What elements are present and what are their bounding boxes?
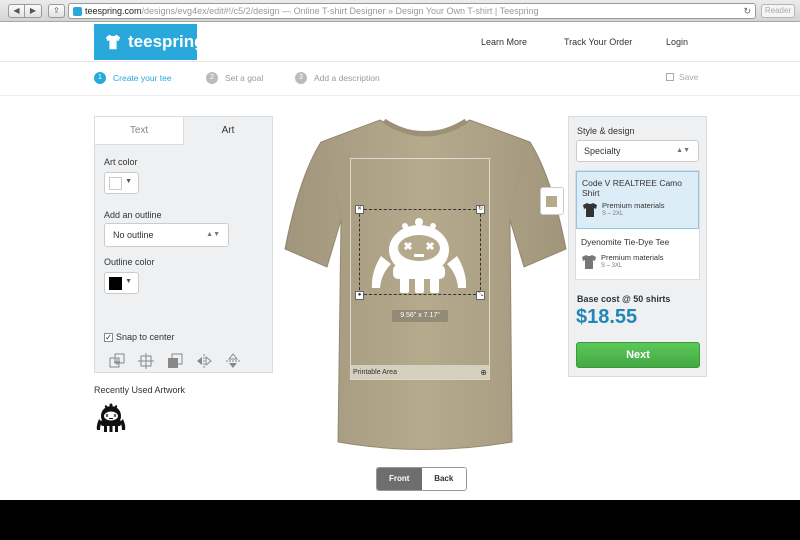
url-domain: teespring.com (85, 6, 142, 16)
page: teespring Learn More Track Your Order Lo… (0, 22, 800, 500)
step-label: Set a goal (225, 73, 264, 83)
artwork-dimensions: 9.56" x 7.17" (392, 310, 448, 322)
product-sizes: S – 2XL (602, 211, 624, 217)
nav-login[interactable]: Login (666, 22, 688, 62)
snap-label: Snap to center (116, 332, 175, 342)
product-sizes: S – 3XL (601, 263, 623, 269)
select-updown-icon: ▲▼ (206, 231, 220, 238)
product-meta: Premium materials S – 2XL (582, 201, 665, 218)
art-color-label: Art color (104, 157, 138, 167)
progress-steps: 1 Create your tee 2 Set a goal 3 Add a d… (0, 62, 800, 96)
step-number: 1 (94, 72, 106, 84)
outline-value: No outline (113, 230, 154, 240)
delete-handle-icon[interactable]: ✕ (355, 205, 364, 214)
tshirt-logo-icon (105, 34, 121, 50)
view-toggle: Front Back (376, 467, 467, 491)
outline-select[interactable]: No outline ▲▼ (104, 223, 229, 247)
reader-button[interactable]: Reader (761, 4, 795, 18)
flip-vertical-icon[interactable] (225, 353, 241, 369)
product-name: Dyenomite Tie-Dye Tee (581, 237, 670, 247)
nav-track-order[interactable]: Track Your Order (564, 22, 632, 62)
favicon-icon (73, 7, 82, 16)
step-create-tee[interactable]: 1 Create your tee (94, 72, 172, 84)
back-view-button[interactable]: Back (421, 468, 466, 490)
flip-horizontal-icon[interactable] (196, 353, 212, 369)
browser-toolbar: ◀ ▶ ⇪ + teespring.com/designs/evg4ex/edi… (0, 0, 800, 22)
url-path: /designs/evg4ex/edit#!/c5/2/design (141, 6, 280, 16)
design-tools-panel: Text Art Art color ▼ Add an outline No o… (94, 116, 273, 373)
alignment-tools (109, 353, 254, 369)
step-add-description[interactable]: 3 Add a description (295, 72, 380, 84)
black-shirt-thumbnail-icon (583, 202, 597, 217)
style-value: Specialty (584, 146, 621, 156)
product-list: Code V REALTREE Camo Shirt Premium mater… (575, 170, 700, 280)
select-updown-icon: ▲▼ (676, 147, 690, 154)
product-item-tie-dye[interactable]: Dyenomite Tie-Dye Tee Premium materials … (576, 231, 699, 279)
product-name: Code V REALTREE Camo Shirt (582, 178, 682, 198)
chevron-down-icon: ▼ (125, 278, 132, 285)
outline-label: Add an outline (104, 210, 162, 220)
resize-handle-icon[interactable]: ⤡ (476, 291, 485, 300)
recent-monster-artwork[interactable] (94, 402, 128, 436)
save-button[interactable]: Save (666, 72, 698, 82)
outline-color-picker[interactable]: ▼ (104, 272, 139, 294)
reload-icon[interactable]: ↻ (743, 4, 751, 18)
step-label: Add a description (314, 73, 380, 83)
save-label: Save (679, 72, 699, 82)
next-button[interactable]: Next (576, 342, 700, 368)
chevron-down-icon: ▼ (125, 178, 132, 185)
product-item-realtree[interactable]: Code V REALTREE Camo Shirt Premium mater… (576, 171, 699, 229)
style-design-label: Style & design (577, 126, 635, 136)
base-price: $18.55 (576, 306, 638, 328)
style-select[interactable]: Specialty ▲▼ (576, 140, 699, 162)
art-color-chip (109, 177, 122, 190)
product-meta: Premium materials S – 3XL (581, 253, 664, 270)
share-icon[interactable]: ⇪ (48, 4, 65, 18)
monster-artwork[interactable] (367, 210, 472, 296)
layer-handle-icon[interactable]: ● (355, 291, 364, 300)
step-label: Create your tee (113, 73, 172, 83)
art-color-picker[interactable]: ▼ (104, 172, 139, 194)
outline-color-label: Outline color (104, 257, 155, 267)
tab-art[interactable]: Art (184, 117, 272, 145)
shirt-color-picker[interactable] (540, 187, 564, 215)
logo-text: teespring (128, 32, 205, 51)
step-number: 2 (206, 72, 218, 84)
forward-arrow-icon[interactable]: ▶ (25, 4, 42, 18)
layer-order-icon[interactable] (167, 353, 183, 369)
page-title: — Online T-shirt Designer » Design Your … (279, 6, 539, 16)
outline-color-chip (109, 277, 122, 290)
back-arrow-icon[interactable]: ◀ (8, 4, 25, 18)
printable-area-label: Printable Area ⊕ (350, 365, 490, 380)
printable-area-text: Printable Area (353, 369, 397, 376)
step-number: 3 (295, 72, 307, 84)
bring-forward-icon[interactable] (109, 353, 125, 369)
gray-shirt-thumbnail-icon (582, 254, 596, 269)
product-material: Premium materials (602, 201, 665, 210)
recent-artwork-label: Recently Used Artwork (94, 385, 186, 395)
center-crosshair-icon[interactable] (138, 353, 154, 369)
zoom-magnifier-icon[interactable]: ⊕ (480, 365, 487, 380)
front-view-button[interactable]: Front (377, 468, 422, 490)
snap-checkbox[interactable]: ✓ (104, 332, 113, 342)
step-set-goal[interactable]: 2 Set a goal (206, 72, 263, 84)
product-material: Premium materials (601, 253, 664, 262)
site-header: teespring Learn More Track Your Order Lo… (0, 22, 800, 62)
nav-learn-more[interactable]: Learn More (481, 22, 527, 62)
teespring-logo[interactable]: teespring (94, 24, 205, 60)
snap-to-center[interactable]: ✓ Snap to center (104, 332, 175, 342)
tab-text[interactable]: Text (95, 117, 184, 145)
save-disk-icon (666, 73, 674, 81)
base-cost-label: Base cost @ 50 shirts (577, 294, 671, 304)
shirt-color-chip (546, 196, 557, 207)
address-bar[interactable]: teespring.com/designs/evg4ex/edit#!/c5/2… (68, 3, 756, 19)
style-panel: Style & design Specialty ▲▼ Code V REALT… (568, 116, 707, 377)
design-tabs: Text Art (95, 117, 272, 145)
rotate-handle-icon[interactable]: ↻ (476, 205, 485, 214)
